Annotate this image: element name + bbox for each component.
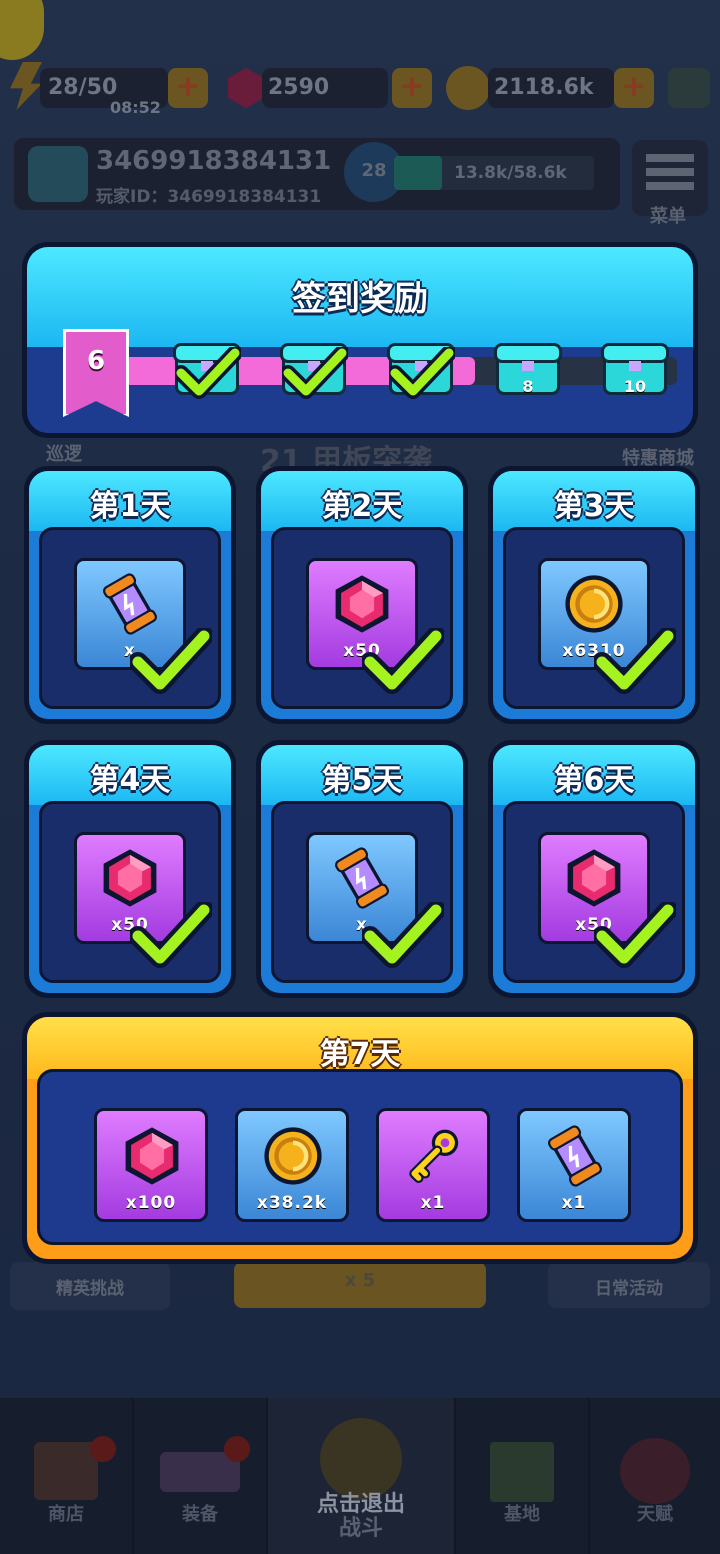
reward-count: x1 — [420, 1193, 446, 1213]
gem-counter: 2590 — [262, 68, 388, 108]
day-title: 第1天 — [89, 489, 171, 524]
progress-days-flag: 6 — [63, 329, 129, 417]
milestone-chest-4[interactable]: 8 — [494, 343, 562, 396]
check-icon — [389, 347, 455, 399]
milestone-label: 10 — [623, 377, 647, 396]
day-card-4[interactable]: 第4天 x50 — [24, 740, 236, 998]
check-icon — [594, 902, 676, 968]
nav-base-label: 基地 — [504, 1504, 540, 1525]
day-card-5[interactable]: 第5天 x — [256, 740, 468, 998]
nav-talent[interactable]: 天赋 — [590, 1398, 720, 1554]
daily-activity-button[interactable]: 日常活动 — [548, 1262, 710, 1308]
chest-lid — [494, 343, 562, 363]
day7-reward-1: x100 — [94, 1108, 208, 1222]
gem-icon — [119, 1123, 185, 1193]
day7-title: 第7天 — [319, 1037, 401, 1072]
battle-start-button[interactable]: x 5 — [234, 1262, 486, 1308]
nav-battle-label: 战斗 — [338, 1516, 383, 1541]
coin-icon — [446, 66, 490, 110]
day7-card[interactable]: 第7天 x100 x38.2k x1 x1 — [22, 1012, 698, 1264]
check-icon — [130, 628, 212, 694]
day-reward-box: x50 — [503, 801, 685, 983]
add-energy-button[interactable]: + — [168, 68, 208, 108]
energy-cost-label: x 5 — [344, 1270, 376, 1291]
day-title: 第4天 — [89, 763, 171, 798]
signin-title: 签到奖励 — [292, 279, 428, 319]
day-title: 第6天 — [553, 763, 635, 798]
coin-counter: 2118.6k — [488, 68, 614, 108]
day-reward-box: x50 — [271, 527, 453, 709]
day-card-3[interactable]: 第3天 x6310 — [488, 466, 700, 724]
day7-reward-4: x1 — [517, 1108, 631, 1222]
avatar — [28, 146, 88, 202]
check-icon — [362, 902, 444, 968]
reward-count: x100 — [125, 1193, 177, 1213]
check-icon — [362, 628, 444, 694]
daily-label: 日常活动 — [595, 1279, 663, 1299]
day-reward-box: x50 — [39, 801, 221, 983]
dropdown-icon[interactable] — [668, 68, 710, 108]
gem-icon — [228, 68, 264, 108]
nav-base[interactable]: 基地 — [456, 1398, 590, 1554]
milestone-label: 8 — [522, 377, 534, 396]
bottom-navigation: 商店 装备 点击退出 战斗 基地 天赋 — [0, 1398, 720, 1554]
nav-talent-label: 天赋 — [637, 1504, 673, 1525]
signin-header-panel: 签到奖励 6 8 10 — [22, 242, 698, 438]
day-title: 第2天 — [321, 489, 403, 524]
check-icon — [130, 902, 212, 968]
nav-shop[interactable]: 商店 — [0, 1398, 134, 1554]
notification-badge — [224, 1436, 250, 1462]
talent-icon — [620, 1438, 690, 1504]
check-icon — [282, 347, 348, 399]
day-card-6[interactable]: 第6天 x50 — [488, 740, 700, 998]
menu-icon — [646, 154, 694, 190]
player-name: 3469918384131 — [96, 146, 332, 176]
day7-rewards: x100 x38.2k x1 x1 — [37, 1069, 683, 1245]
chest-lock — [522, 361, 534, 371]
patrol-label: 巡逻 — [46, 444, 82, 465]
key-icon — [401, 1123, 467, 1193]
coin-icon — [260, 1123, 326, 1193]
energy-icon — [10, 62, 42, 110]
nav-equipment-label: 装备 — [182, 1504, 218, 1525]
day-reward-box: x — [271, 801, 453, 983]
add-gems-button[interactable]: + — [392, 68, 432, 108]
xp-bar: 13.8k/58.6k — [394, 156, 594, 190]
nav-shop-label: 商店 — [48, 1504, 84, 1525]
top-resource-bar: 28/50 08:52 + 2590 + 2118.6k + — [0, 60, 720, 117]
reward-count: x1 — [561, 1193, 587, 1213]
day-card-1[interactable]: 第1天 x — [24, 466, 236, 724]
chest-lid — [601, 343, 669, 363]
energy-timer: 08:52 — [110, 98, 161, 117]
progress-days-number: 6 — [86, 346, 106, 376]
xp-fill — [394, 156, 442, 190]
base-icon — [490, 1442, 554, 1502]
nav-battle[interactable]: 点击退出 战斗 — [268, 1398, 456, 1554]
chest-lock — [629, 361, 641, 371]
xp-text: 13.8k/58.6k — [454, 163, 567, 183]
energy-canister-icon — [542, 1123, 608, 1193]
menu-label: 菜单 — [650, 206, 686, 227]
check-icon — [175, 347, 241, 399]
day7-reward-3: x1 — [376, 1108, 490, 1222]
day-title: 第5天 — [321, 763, 403, 798]
player-id: 玩家ID：3469918384131 — [96, 187, 322, 207]
day-reward-box: x — [39, 527, 221, 709]
day7-reward-2: x38.2k — [235, 1108, 349, 1222]
notification-badge — [90, 1436, 116, 1462]
elite-challenge-button[interactable]: 精英挑战 — [10, 1262, 170, 1310]
milestone-chest-5[interactable]: 10 — [601, 343, 669, 396]
day-reward-box: x6310 — [503, 527, 685, 709]
player-profile[interactable]: 3469918384131 玩家ID：3469918384131 28 13.8… — [14, 138, 620, 210]
shop-icon — [34, 1442, 98, 1500]
add-coins-button[interactable]: + — [614, 68, 654, 108]
nav-equipment[interactable]: 装备 — [134, 1398, 268, 1554]
day-card-2[interactable]: 第2天 x50 — [256, 466, 468, 724]
elite-label: 精英挑战 — [56, 1279, 124, 1299]
reward-count: x38.2k — [256, 1193, 328, 1213]
check-icon — [594, 628, 676, 694]
day-title: 第3天 — [553, 489, 635, 524]
